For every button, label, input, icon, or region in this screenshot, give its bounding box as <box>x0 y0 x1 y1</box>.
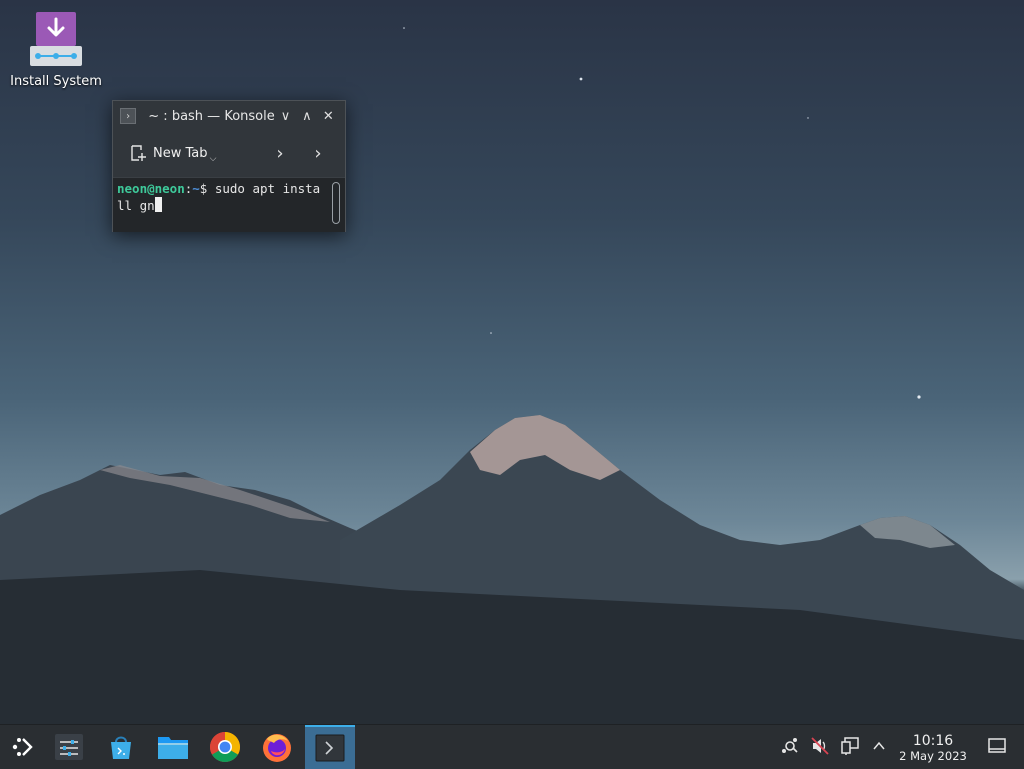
install-system-icon <box>28 10 84 68</box>
system-settings-task[interactable] <box>46 725 92 769</box>
clock-time: 10:16 <box>912 733 954 749</box>
text-cursor <box>154 197 162 212</box>
chrome-task[interactable] <box>202 725 248 769</box>
digital-clock[interactable]: 10:16 2 May 2023 <box>890 733 976 763</box>
dropdown-caret-icon[interactable]: ⌵ <box>210 154 217 164</box>
konsole-task[interactable] <box>305 725 355 769</box>
firefox-icon <box>263 734 291 762</box>
chevron-right-icon[interactable]: › <box>261 143 299 164</box>
chevron-up-icon[interactable] <box>868 735 890 757</box>
terminal-app-icon[interactable]: › <box>120 108 137 124</box>
discover-task[interactable] <box>98 725 144 769</box>
new-tab-label: New Tab <box>153 145 208 161</box>
konsole-window[interactable]: › ~ : bash — Konsole ∨ ∧ ✕ New Tab ⌵ › ›… <box>112 100 346 232</box>
terminal-output: neon@neon:~$ sudo apt install gn <box>117 180 323 214</box>
folder-icon <box>158 737 188 759</box>
chevron-down-icon[interactable]: ∨ <box>275 109 296 124</box>
taskbar-panel: 10:16 2 May 2023 <box>0 724 1024 769</box>
install-system-label: Install System <box>10 74 102 89</box>
clock-date: 2 May 2023 <box>899 749 967 763</box>
volume-muted-icon[interactable] <box>809 735 831 757</box>
window-titlebar[interactable]: › ~ : bash — Konsole ∨ ∧ ✕ <box>113 101 345 131</box>
store-bag-icon <box>111 736 131 759</box>
chrome-icon <box>209 732 241 763</box>
firefox-task[interactable] <box>254 725 300 769</box>
show-desktop-icon[interactable] <box>986 735 1008 757</box>
kde-launcher-icon <box>12 738 33 756</box>
overflow-chevron-right-icon[interactable]: › <box>299 143 337 164</box>
new-tab-button[interactable]: New Tab ⌵ <box>129 144 217 164</box>
install-system-desktop-icon[interactable]: Install System <box>8 10 104 89</box>
prompt-user-host: neon@neon <box>117 181 185 196</box>
dolphin-task[interactable] <box>150 725 196 769</box>
terminal-scrollbar[interactable] <box>332 182 340 224</box>
network-wired-icon[interactable] <box>839 735 861 757</box>
window-title: ~ : bash — Konsole <box>148 108 275 124</box>
terminal-area[interactable]: neon@neon:~$ sudo apt install gn <box>113 177 345 232</box>
prompt-path: ~ <box>192 181 200 196</box>
terminal-icon <box>315 734 345 762</box>
network-share-icon[interactable] <box>779 735 801 757</box>
new-tab-icon <box>131 145 146 161</box>
application-launcher-button[interactable] <box>0 725 46 769</box>
settings-sliders-icon <box>55 734 83 760</box>
maximize-chevron-up-icon[interactable]: ∧ <box>296 109 317 124</box>
konsole-toolbar: New Tab ⌵ › › <box>113 131 345 175</box>
close-icon[interactable]: ✕ <box>318 109 339 124</box>
